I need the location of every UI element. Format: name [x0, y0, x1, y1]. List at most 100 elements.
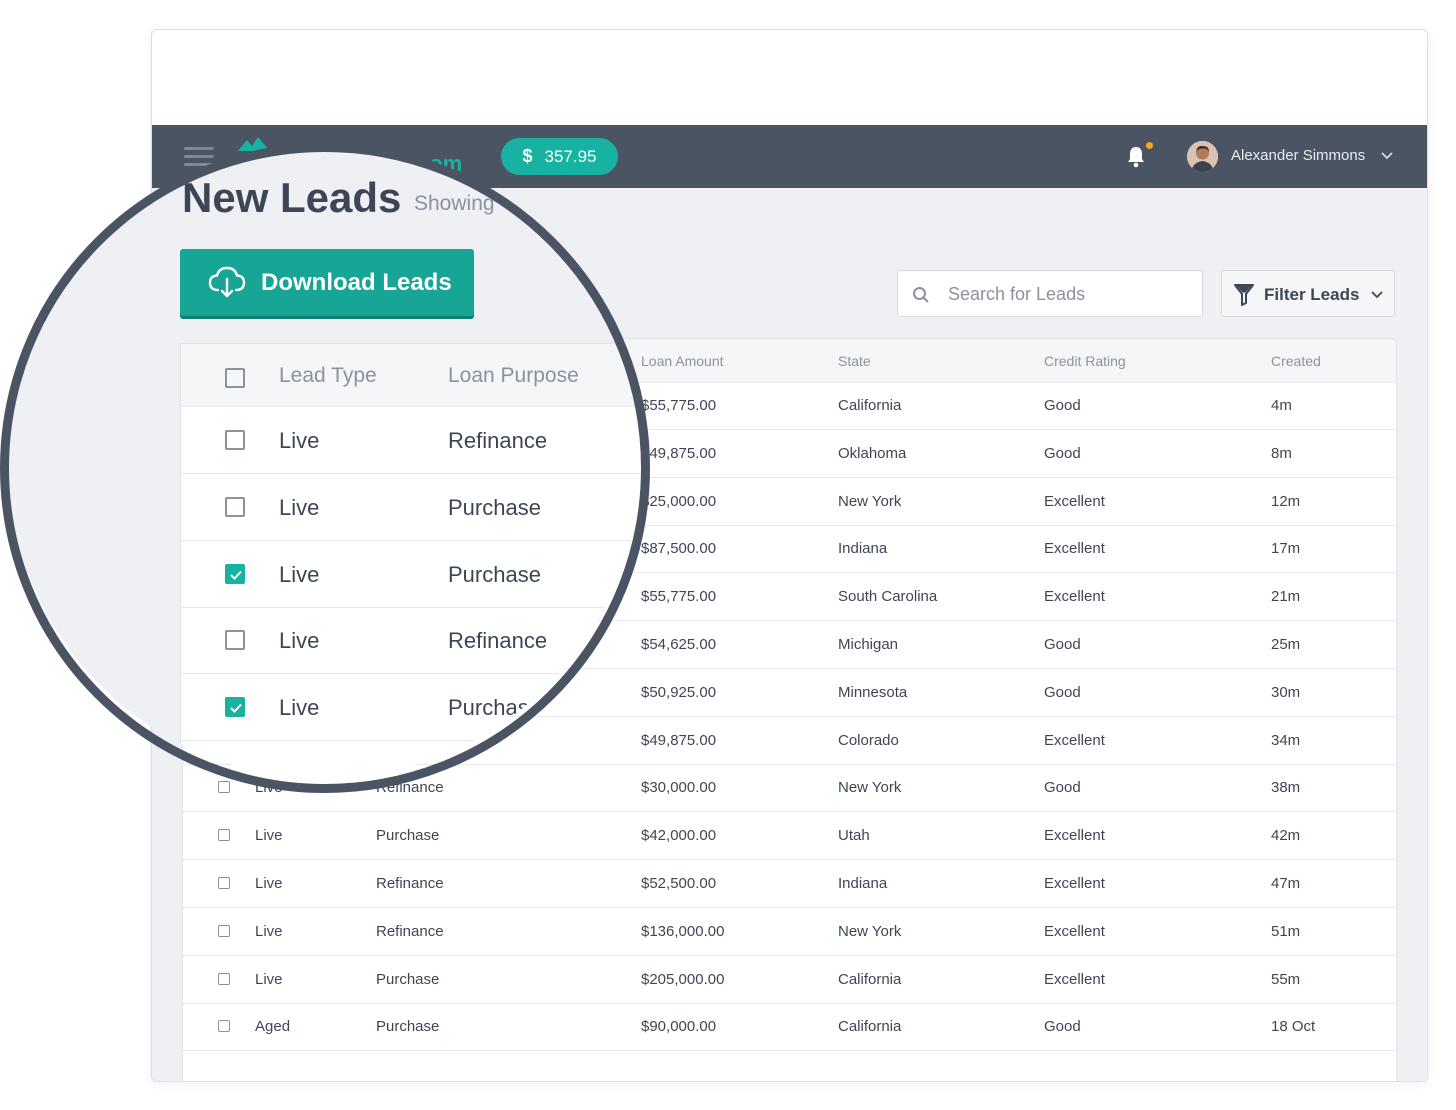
loan-purpose-cell: Purchase — [448, 695, 541, 721]
state-cell: South Carolina — [838, 588, 938, 606]
state-cell: Minnesota — [838, 683, 908, 701]
chevron-down-icon[interactable] — [1380, 149, 1394, 163]
search-input[interactable] — [946, 271, 1200, 318]
loan-amount-cell: $205,000.00 — [641, 970, 725, 988]
column-header[interactable]: Created — [1271, 353, 1321, 369]
state-cell: New York — [838, 922, 902, 940]
magnified-row[interactable]: Live Purchase — [181, 673, 641, 742]
credit-rating-cell: Good — [1044, 683, 1081, 701]
search-box[interactable] — [897, 270, 1203, 318]
user-name[interactable]: Alexander Simmons — [1231, 147, 1365, 164]
magnified-table: Lead Type Loan Purpose Live Refinance Live… — [180, 343, 641, 778]
lead-type-cell: Live — [255, 970, 283, 988]
loan-purpose-cell: Refinance — [376, 922, 444, 940]
loan-purpose-cell: Purchase — [376, 970, 440, 988]
loan-purpose-cell: Refinance — [376, 875, 444, 892]
column-header[interactable]: Lead Type — [279, 364, 377, 388]
loan-amount-cell: $55,775.00 — [641, 397, 717, 414]
created-cell: 17m — [1271, 540, 1301, 558]
created-cell: 42m — [1271, 827, 1301, 845]
loan-purpose-cell: Refinance — [376, 779, 444, 797]
page-title: New Leads — [182, 174, 402, 221]
lead-type-cell: Live — [279, 628, 320, 654]
loan-purpose-cell: Refinance — [448, 628, 548, 654]
lead-type-cell: Live — [255, 875, 283, 892]
lead-type-cell: Live — [279, 561, 320, 587]
loan-amount-cell: $54,625.00 — [641, 636, 717, 653]
created-cell: 25m — [1271, 636, 1301, 653]
state-cell: California — [838, 1018, 902, 1036]
loan-amount-cell: $52,500.00 — [641, 875, 717, 892]
checkbox-checked[interactable] — [225, 563, 245, 584]
checkbox-unchecked[interactable] — [225, 630, 245, 651]
loan-amount-cell: $42,000.00 — [641, 827, 717, 845]
created-cell: 4m — [1271, 397, 1292, 414]
chevron-down-icon — [1371, 291, 1383, 299]
loan-purpose-cell: Purchase — [376, 827, 440, 845]
created-cell: 8m — [1271, 444, 1292, 462]
loan-amount-cell: $90,000.00 — [641, 1018, 717, 1036]
loan-amount-cell: $136,000.00 — [641, 922, 725, 940]
loan-amount-cell: $49,875.00 — [641, 444, 717, 462]
row-checkbox[interactable] — [218, 972, 230, 985]
table-row[interactable]: Live Purchase $205,000.00 California Excelle… — [183, 956, 1396, 1004]
cloud-download-icon — [208, 266, 246, 298]
table-row[interactable]: Aged Purchase $90,000.00 California Good 18 O… — [183, 1003, 1396, 1052]
loan-purpose-cell: Purchase — [448, 561, 541, 587]
table-row[interactable]: Live Refinance $136,000.00 New York Excellen… — [183, 908, 1396, 956]
credit-rating-cell: Excellent — [1044, 827, 1105, 845]
magnifier-lens: New Leads Showing Download Leads Lead Ty… — [7, 144, 641, 778]
loan-amount-cell: $55,775.00 — [641, 588, 717, 606]
table-row[interactable]: Live Purchase $42,000.00 Utah Excellent 42m — [183, 812, 1396, 861]
column-header[interactable]: Loan Purpose — [448, 364, 579, 388]
magnified-row[interactable]: Live Refinance — [181, 606, 641, 675]
loan-amount-cell: $87,500.00 — [641, 540, 717, 558]
table-row[interactable]: Live Refinance $52,500.00 Indiana Excellent 4… — [183, 860, 1396, 908]
created-cell: 18 Oct — [1271, 1018, 1316, 1036]
row-checkbox[interactable] — [218, 924, 230, 937]
row-checkbox[interactable] — [218, 829, 230, 842]
magnified-row[interactable]: Live Purchase — [181, 540, 641, 608]
row-checkbox[interactable] — [218, 1020, 230, 1033]
filter-icon — [1234, 284, 1254, 306]
column-header[interactable]: Loan Amount — [641, 353, 724, 369]
hamburger-icon[interactable] — [184, 147, 214, 167]
checkbox-unchecked[interactable] — [225, 430, 245, 450]
balance-badge[interactable]: $ 357.95 — [501, 138, 618, 175]
select-all-checkbox[interactable] — [225, 368, 245, 388]
credit-rating-cell: Excellent — [1044, 731, 1105, 749]
lead-type-cell: Live — [255, 779, 283, 797]
row-checkbox[interactable] — [218, 877, 230, 889]
state-cell: Utah — [838, 827, 870, 845]
column-header[interactable]: Credit Rating — [1044, 353, 1126, 369]
row-checkbox[interactable] — [218, 781, 230, 794]
state-cell: New York — [838, 492, 902, 510]
lead-type-cell: Live — [279, 494, 320, 520]
filter-button[interactable]: Filter Leads — [1221, 270, 1395, 317]
created-cell: 51m — [1271, 922, 1301, 940]
created-cell: 47m — [1271, 875, 1301, 892]
loan-amount-cell: $49,875.00 — [641, 731, 717, 749]
created-cell: 34m — [1271, 731, 1301, 749]
download-leads-button[interactable]: Download Leads — [180, 249, 474, 316]
state-cell: California — [838, 397, 902, 414]
magnified-row[interactable]: Live Refinance — [181, 406, 641, 474]
filter-label: Filter Leads — [1264, 285, 1360, 304]
loan-purpose-cell: Purchase — [376, 1018, 440, 1036]
showing-text: Showing — [414, 192, 495, 215]
credit-rating-cell: Good — [1044, 779, 1081, 797]
bell-icon[interactable] — [1125, 145, 1147, 169]
currency-symbol: $ — [522, 146, 533, 166]
checkbox-unchecked[interactable] — [225, 496, 245, 517]
download-leads-label: Download Leads — [261, 269, 452, 296]
column-header[interactable]: State — [838, 353, 871, 369]
credit-rating-cell: Excellent — [1044, 875, 1105, 892]
avatar[interactable] — [1187, 141, 1218, 172]
state-cell: Colorado — [838, 731, 899, 749]
lead-type-cell: Aged — [255, 1018, 291, 1036]
magnified-row[interactable]: Live Purchase — [181, 473, 641, 541]
credit-rating-cell: Excellent — [1044, 922, 1105, 940]
checkbox-checked[interactable] — [225, 697, 245, 718]
loan-purpose-cell: Refinance — [448, 428, 548, 453]
credit-rating-cell: Good — [1044, 1018, 1081, 1036]
